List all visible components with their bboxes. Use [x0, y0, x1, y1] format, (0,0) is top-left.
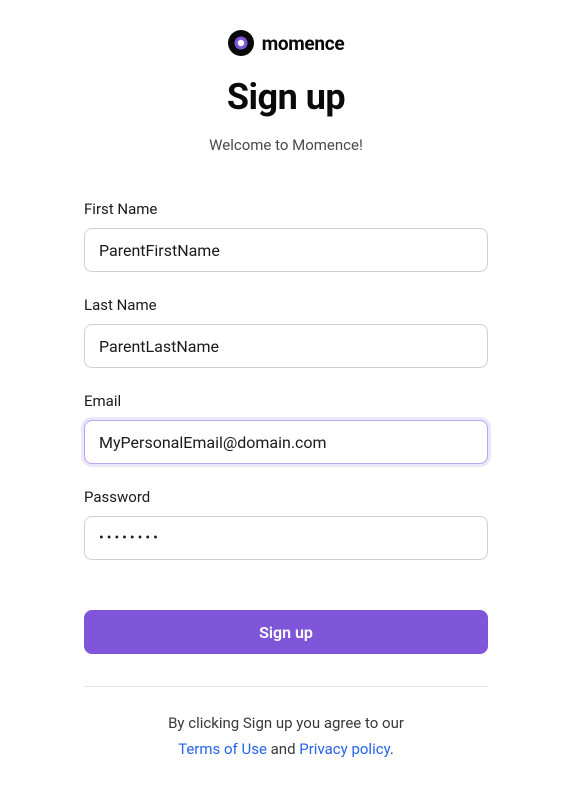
password-input[interactable] [84, 516, 488, 560]
terms-of-use-link[interactable]: Terms of Use [178, 740, 267, 758]
last-name-input[interactable] [84, 324, 488, 368]
terms-connector: and [267, 740, 299, 758]
divider [84, 686, 488, 687]
first-name-input[interactable] [84, 228, 488, 272]
brand-logo: momence [84, 30, 488, 56]
signup-button[interactable]: Sign up [84, 610, 488, 654]
first-name-label: First Name [84, 200, 488, 218]
email-label: Email [84, 392, 488, 410]
terms-suffix: . [390, 740, 394, 758]
page-subtitle: Welcome to Momence! [84, 136, 488, 154]
page-title: Sign up [84, 76, 488, 118]
terms-prefix: By clicking Sign up you agree to our [168, 714, 404, 732]
terms-text: By clicking Sign up you agree to our Ter… [84, 711, 488, 762]
logo-icon [228, 30, 254, 56]
password-label: Password [84, 488, 488, 506]
brand-name: momence [262, 32, 345, 55]
email-input[interactable] [84, 420, 488, 464]
last-name-label: Last Name [84, 296, 488, 314]
privacy-policy-link[interactable]: Privacy policy [299, 740, 390, 758]
